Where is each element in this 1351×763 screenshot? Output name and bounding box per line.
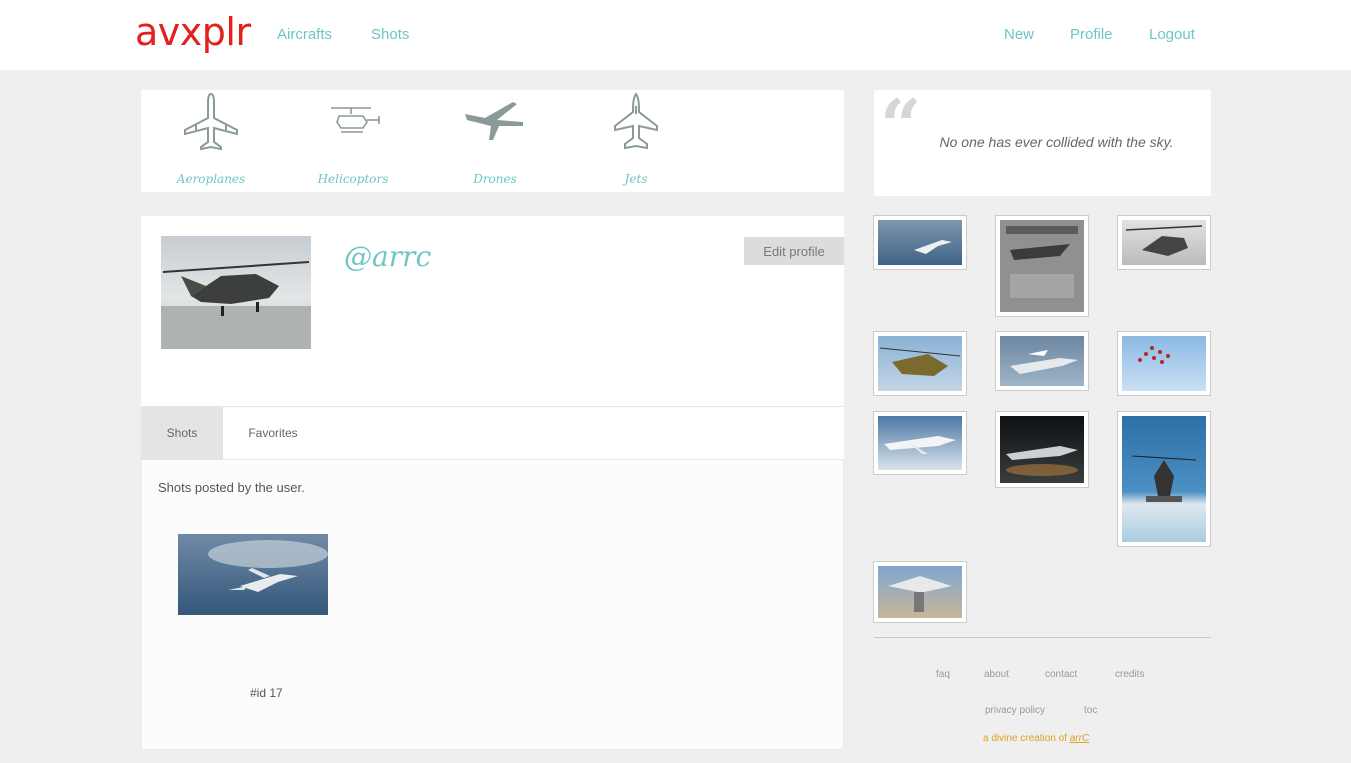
gallery-thumbnail[interactable] <box>873 411 967 475</box>
shot-id-label: #id 17 <box>250 686 283 700</box>
footer-link-faq[interactable]: faq <box>936 669 950 680</box>
footer-link-credits[interactable]: credits <box>1115 669 1144 680</box>
footer-link-about[interactable]: about <box>984 669 1009 680</box>
tab-favorites[interactable]: Favorites <box>223 407 323 460</box>
category-label: Aeroplanes <box>176 172 246 186</box>
category-helicoptors[interactable]: Helicoptors <box>293 90 413 192</box>
shots-description: Shots posted by the user. <box>158 480 305 495</box>
gallery-thumbnail[interactable] <box>995 215 1089 317</box>
quote-text: No one has ever collided with the sky. <box>939 134 1174 150</box>
quote-mark-icon: “ <box>880 83 922 168</box>
shot-thumbnail[interactable] <box>178 534 328 615</box>
category-jets[interactable]: Jets <box>576 90 696 192</box>
gallery-thumbnail[interactable] <box>995 331 1089 391</box>
footer-divider <box>874 637 1211 638</box>
tab-shots[interactable]: Shots <box>141 407 223 460</box>
category-label: Helicoptors <box>317 172 389 186</box>
top-navbar: avxplr Aircrafts Shots New Profile Logou… <box>0 0 1351 70</box>
site-logo[interactable]: avxplr <box>135 10 251 54</box>
category-label: Jets <box>624 172 648 186</box>
aeroplane-icon <box>184 92 238 151</box>
credit-author-link[interactable]: arrC <box>1070 733 1089 744</box>
jet-icon <box>614 92 658 150</box>
gallery-thumbnail[interactable] <box>873 561 967 623</box>
avatar-helicopter-image <box>161 261 311 349</box>
avatar <box>161 236 311 349</box>
helicopter-icon <box>331 107 380 133</box>
nav-logout[interactable]: Logout <box>1149 26 1195 43</box>
gallery-thumbnail[interactable] <box>995 411 1089 488</box>
category-aeroplanes[interactable]: Aeroplanes <box>151 90 271 192</box>
drone-icon <box>465 102 523 140</box>
category-panel: Aeroplanes Helicoptors Drones Jets <box>141 90 844 192</box>
nav-shots[interactable]: Shots <box>371 26 409 43</box>
profile-tabs: Shots Favorites <box>141 406 844 460</box>
footer-link-toc[interactable]: toc <box>1084 705 1097 716</box>
gallery-thumbnail[interactable] <box>1117 215 1211 270</box>
profile-username: @arrc <box>344 240 432 273</box>
quote-panel: “ No one has ever collided with the sky. <box>874 90 1211 196</box>
footer-credit: a divine creation of arrC <box>983 733 1089 744</box>
profile-panel: @arrc Edit profile Shots Favorites Shots… <box>141 216 844 750</box>
nav-aircrafts[interactable]: Aircrafts <box>277 26 332 43</box>
footer-link-privacy-policy[interactable]: privacy policy <box>985 705 1045 716</box>
category-label: Drones <box>473 172 517 186</box>
edit-profile-button[interactable]: Edit profile <box>744 237 844 265</box>
gallery-thumbnail[interactable] <box>873 331 967 396</box>
gallery-thumbnail[interactable] <box>1117 411 1211 547</box>
category-drones[interactable]: Drones <box>435 90 555 192</box>
credit-prefix: a divine creation of <box>983 733 1070 744</box>
shots-tab-content: Shots posted by the user. #id 17 <box>141 460 844 750</box>
nav-new[interactable]: New <box>1004 26 1034 43</box>
gallery-thumbnail[interactable] <box>1117 331 1211 396</box>
nav-profile[interactable]: Profile <box>1070 26 1113 43</box>
gallery-thumbnail[interactable] <box>873 215 967 270</box>
footer-link-contact[interactable]: contact <box>1045 669 1077 680</box>
